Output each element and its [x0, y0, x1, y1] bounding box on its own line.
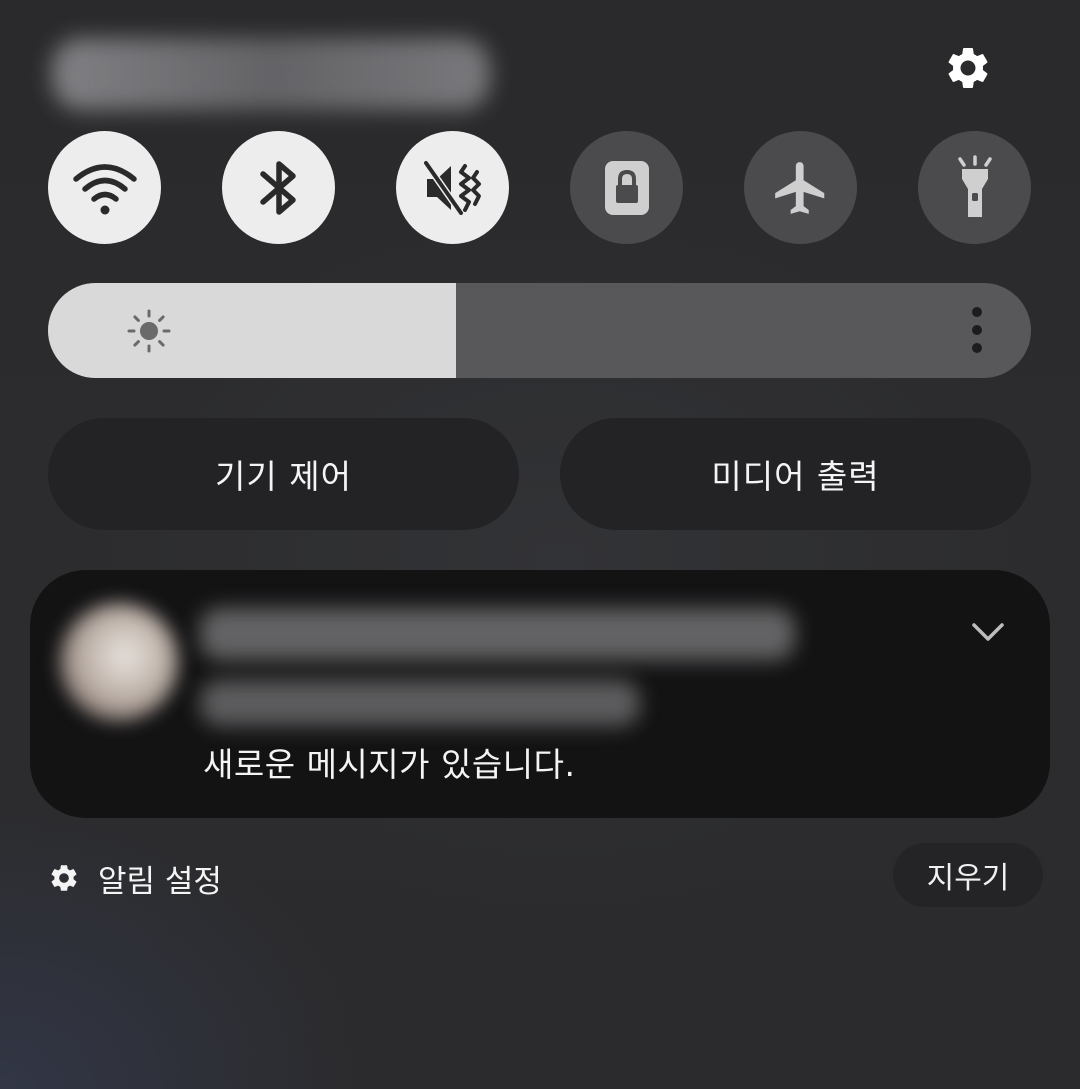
notification-settings-button[interactable]: 알림 설정 — [48, 852, 222, 904]
sound-mode-toggle[interactable] — [396, 131, 509, 244]
chevron-down-icon[interactable] — [966, 614, 1010, 650]
wifi-toggle[interactable] — [48, 131, 161, 244]
flashlight-icon — [957, 154, 992, 217]
bluetooth-toggle[interactable] — [222, 131, 335, 244]
notification-message: 새로운 메시지가 있습니다. — [203, 745, 576, 784]
quick-toggle-row — [48, 131, 1031, 244]
gear-icon — [948, 48, 988, 88]
gear-icon — [51, 865, 77, 891]
bluetooth-icon — [259, 160, 296, 215]
airplane-icon — [774, 161, 824, 214]
brightness-sun-icon — [127, 309, 171, 353]
settings-button[interactable] — [940, 40, 996, 96]
device-control-button[interactable]: 기기 제어 — [48, 418, 519, 530]
blurred-date-header — [52, 38, 490, 110]
clear-all-button[interactable]: 지우기 — [893, 843, 1043, 907]
secure-folder-toggle[interactable] — [570, 131, 683, 244]
blurred-notification-title — [200, 608, 795, 660]
clear-label: 지우기 — [926, 861, 1010, 896]
secure-folder-icon — [604, 160, 649, 215]
device-control-label: 기기 제어 — [215, 457, 352, 496]
media-output-button[interactable]: 미디어 출력 — [560, 418, 1031, 530]
media-output-label: 미디어 출력 — [711, 457, 880, 496]
brightness-slider[interactable] — [48, 283, 1031, 378]
more-options-icon[interactable] — [966, 303, 988, 357]
blurred-notification-subtitle — [200, 680, 640, 726]
notification-settings-label: 알림 설정 — [98, 863, 222, 900]
sound-mute-vibrate-icon — [422, 159, 481, 216]
airplane-mode-toggle[interactable] — [744, 131, 857, 244]
brightness-level-fill — [48, 283, 456, 378]
flashlight-toggle[interactable] — [918, 131, 1031, 244]
notification-app-avatar — [60, 603, 178, 721]
wifi-icon — [72, 163, 137, 214]
